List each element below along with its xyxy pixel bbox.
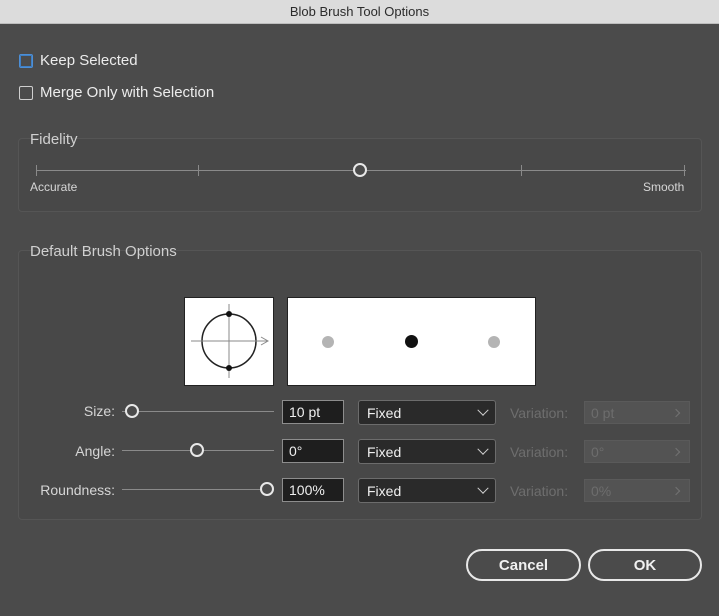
brush-options-title: Default Brush Options (30, 243, 177, 260)
fidelity-tick (684, 165, 685, 176)
merge-only-label: Merge Only with Selection (40, 84, 215, 101)
keep-selected-option[interactable]: Keep Selected (19, 52, 138, 69)
angle-variation-field: 0° (584, 440, 690, 463)
brush-stroke-preview (287, 297, 536, 386)
chevron-right-icon (671, 447, 681, 456)
title-bar: Blob Brush Tool Options (0, 0, 719, 24)
roundness-variation-field: 0% (584, 479, 690, 502)
max-size-dot (488, 336, 500, 348)
chevron-down-icon (477, 482, 489, 494)
roundness-variation-label: Variation: (510, 483, 569, 499)
angle-input[interactable]: 0° (282, 439, 344, 463)
size-mode-select[interactable]: Fixed (358, 400, 496, 425)
min-size-dot (322, 336, 334, 348)
size-variation-field: 0 pt (584, 401, 690, 424)
angle-variation-label: Variation: (510, 444, 569, 460)
chevron-right-icon (671, 486, 681, 495)
fidelity-smooth-label: Smooth (643, 180, 685, 194)
roundness-input[interactable]: 100% (282, 478, 344, 502)
roundness-slider-track[interactable] (122, 489, 274, 490)
size-variation-label: Variation: (510, 405, 569, 421)
angle-slider-knob[interactable] (190, 443, 204, 457)
angle-variation-value: 0° (591, 443, 605, 460)
current-size-dot (405, 335, 418, 348)
chevron-down-icon (477, 404, 489, 416)
keep-selected-checkbox[interactable] (19, 53, 33, 68)
size-slider-knob[interactable] (125, 404, 139, 418)
roundness-mode-select[interactable]: Fixed (358, 478, 496, 503)
angle-mode-select[interactable]: Fixed (358, 439, 496, 464)
brush-shape-preview[interactable] (184, 297, 274, 386)
angle-label: Angle: (75, 443, 115, 459)
size-label: Size: (83, 403, 115, 419)
keep-selected-label: Keep Selected (40, 52, 138, 69)
window-title: Blob Brush Tool Options (289, 4, 430, 19)
brush-shape-icon (191, 304, 270, 378)
size-mode-value: Fixed (367, 404, 402, 421)
roundness-variation-value: 0% (591, 482, 612, 499)
ok-button[interactable]: OK (588, 549, 702, 581)
size-variation-value: 0 pt (591, 404, 615, 421)
fidelity-accurate-label: Accurate (30, 180, 78, 194)
fidelity-slider-knob[interactable] (353, 163, 367, 177)
roundness-label: Roundness: (40, 482, 115, 498)
size-input[interactable]: 10 pt (282, 400, 344, 424)
fidelity-tick (198, 165, 199, 176)
merge-only-checkbox[interactable] (19, 85, 33, 100)
cancel-button[interactable]: Cancel (466, 549, 581, 581)
merge-only-option[interactable]: Merge Only with Selection (19, 84, 214, 101)
fidelity-tick (521, 165, 522, 176)
chevron-down-icon (477, 443, 489, 455)
fidelity-title: Fidelity (30, 131, 78, 148)
roundness-slider-knob[interactable] (260, 482, 274, 496)
fidelity-tick (36, 165, 37, 176)
chevron-right-icon (671, 408, 681, 417)
size-slider-track[interactable] (122, 411, 274, 412)
roundness-mode-value: Fixed (367, 482, 402, 499)
angle-mode-value: Fixed (367, 443, 402, 460)
